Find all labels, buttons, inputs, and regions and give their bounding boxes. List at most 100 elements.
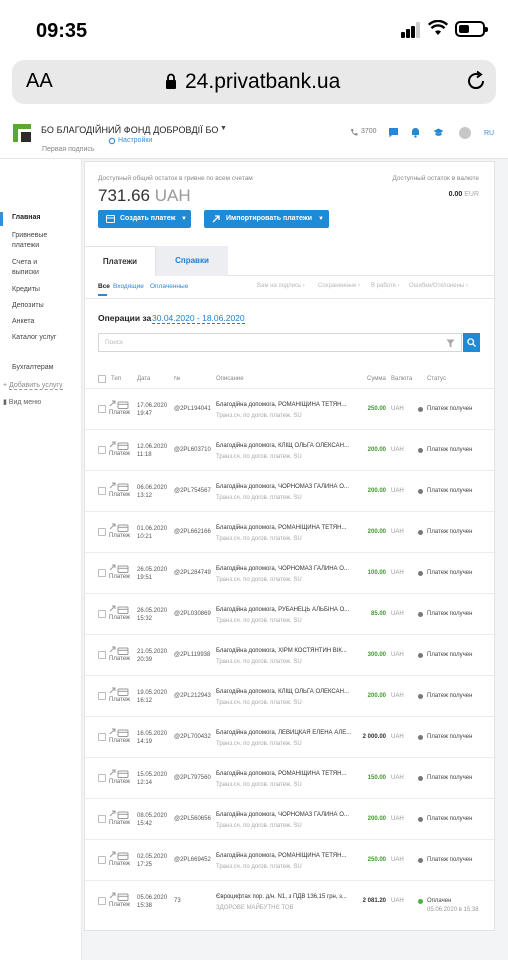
sidebar-item-catalog[interactable]: Каталог услуг xyxy=(12,333,56,343)
step-saved[interactable]: Сохраненные › xyxy=(318,283,360,289)
privatbank-logo-icon[interactable] xyxy=(13,124,31,142)
row-date: 06.06.2020 13:12 xyxy=(137,484,167,500)
row-account: Транз.сч. по догов. платеж. SU xyxy=(216,536,302,542)
status-time: 09:35 xyxy=(36,20,88,42)
table-row[interactable]: Платеж 26.05.2020 19:51 @2PL284749 Благодійн… xyxy=(85,552,496,593)
row-amount: 250.00 xyxy=(367,857,386,863)
col-date: Дата xyxy=(137,376,151,382)
step-to-sign[interactable]: Вам на подпись › xyxy=(257,283,305,289)
sidebar-item-credits[interactable]: Кредиты xyxy=(12,285,40,295)
row-description[interactable]: Благодійна допомога, ЛЕВИЦКАЯ ЕЛЕНА АЛЕ.… xyxy=(216,730,351,736)
row-checkbox[interactable] xyxy=(98,733,106,741)
status-dot-icon xyxy=(418,530,423,535)
sidebar-item-home[interactable]: Главная xyxy=(12,213,40,223)
table-row[interactable]: Платеж 01.06.2020 10:21 @2PL662166 Благодійн… xyxy=(85,511,496,552)
create-payment-button[interactable]: Создать платеж ▼ xyxy=(98,210,191,228)
row-description[interactable]: Благодійна допомога, ХІРМ КОСТЯНТИН ВІК.… xyxy=(216,648,347,654)
org-chevron-down-icon[interactable]: ▼ xyxy=(220,125,227,132)
row-date-time: 15:38 xyxy=(137,903,153,909)
row-checkbox[interactable] xyxy=(98,815,106,823)
row-status: Платеж получен xyxy=(427,488,473,494)
row-date-time: 19:47 xyxy=(137,411,153,417)
search-button[interactable] xyxy=(463,333,480,352)
text-size-button[interactable]: AA xyxy=(26,70,53,93)
user-avatar[interactable] xyxy=(459,127,471,139)
import-arrow-icon xyxy=(212,215,220,223)
row-number: @2PL603710 xyxy=(174,447,211,453)
table-row[interactable]: Платеж 19.05.2020 16:12 @2PL212943 Благодійн… xyxy=(85,675,496,716)
notifications-bell-icon[interactable] xyxy=(410,127,421,138)
filter-all[interactable]: Все xyxy=(98,283,110,290)
sidebar-item-profile[interactable]: Анкета xyxy=(12,317,34,327)
sidebar-item-deposits[interactable]: Депозиты xyxy=(12,301,44,311)
row-checkbox[interactable] xyxy=(98,569,106,577)
table-row[interactable]: Платеж 08.05.2020 15:42 @2PL560656 Благодійн… xyxy=(85,798,496,839)
table-row[interactable]: Платеж 16.05.2020 14:19 @2PL700432 Благодійн… xyxy=(85,716,496,757)
row-description[interactable]: Благодійна допомога, КЛІЩ ОЛЬГА ОЛЕКСАН.… xyxy=(216,443,349,449)
table-row[interactable]: Платеж 12.06.2020 11:18 @2PL603710 Благодійн… xyxy=(85,429,496,470)
tab-payments[interactable]: Платежи xyxy=(85,246,156,276)
date-range-picker[interactable]: 30.04.2020 - 18.06.2020 xyxy=(152,313,245,324)
row-checkbox[interactable] xyxy=(98,897,106,905)
table-row[interactable]: Платеж 05.06.2020 15:38 73 Євроцифтах пор. д… xyxy=(85,880,496,921)
academy-cap-icon[interactable] xyxy=(433,127,444,138)
row-description[interactable]: Благодійна допомога, ЧОРНОМАЗ ГАЛИНА О..… xyxy=(216,566,349,572)
row-checkbox[interactable] xyxy=(98,774,106,782)
tab-certificates[interactable]: Справки xyxy=(156,246,228,276)
row-checkbox[interactable] xyxy=(98,405,106,413)
step-in-progress-label: В работе xyxy=(371,283,397,289)
sidebar-item-uah-payments[interactable]: Гривневые платежи xyxy=(12,231,57,251)
row-status-date: 05.06.2020 в 15:38 xyxy=(427,907,479,913)
row-checkbox[interactable] xyxy=(98,446,106,454)
settings-link[interactable]: Настройки xyxy=(118,137,152,144)
sidebar-item-accounts[interactable]: Счета и выписки xyxy=(12,258,52,278)
table-row[interactable]: Платеж 26.05.2020 15:32 @2PL030869 Благодійн… xyxy=(85,593,496,634)
language-switcher[interactable]: RU xyxy=(484,130,494,137)
row-description[interactable]: Благодійна допомога, КЛІЩ ОЛЬГА ОЛЕКСАН.… xyxy=(216,689,349,695)
filter-paid[interactable]: Оплаченные xyxy=(150,283,188,290)
row-description[interactable]: Благодійна допомога, ЧОРНОМАЗ ГАЛИНА О..… xyxy=(216,812,349,818)
add-service-button[interactable]: + Добавить услугу xyxy=(3,381,63,391)
table-row[interactable]: Платеж 21.05.2020 20:39 @2PL119938 Благодійн… xyxy=(85,634,496,675)
table-row[interactable]: Платеж 17.06.2020 19:47 @2PL194041 Благодійн… xyxy=(85,388,496,429)
table-row[interactable]: Платеж 06.06.2020 13:12 @2PL754567 Благодійн… xyxy=(85,470,496,511)
row-checkbox[interactable] xyxy=(98,651,106,659)
status-dot-icon xyxy=(418,899,423,904)
row-checkbox[interactable] xyxy=(98,856,106,864)
row-description[interactable]: Благодійна допомога, РОМАНІЩИНА ТЕТЯН... xyxy=(216,402,346,408)
payment-type-icon xyxy=(109,564,129,573)
row-checkbox[interactable] xyxy=(98,692,106,700)
phone-number[interactable]: 3700 xyxy=(361,128,377,135)
chat-icon[interactable] xyxy=(388,127,399,138)
row-description[interactable]: Благодійна допомога, РОМАНІЩИНА ТЕТЯН... xyxy=(216,771,346,777)
row-checkbox[interactable] xyxy=(98,487,106,495)
filter-incoming[interactable]: Входящие xyxy=(113,283,144,290)
row-description[interactable]: Благодійна допомога, ЧОРНОМАЗ ГАЛИНА О..… xyxy=(216,484,349,490)
row-description[interactable]: Благодійна допомога, РУБАНЕЦЬ АЛЬБІНА О.… xyxy=(216,607,349,613)
menu-view-button[interactable]: ▮ Вид меню xyxy=(3,398,41,408)
row-date-day: 15.05.2020 xyxy=(137,772,168,778)
row-type: Платеж xyxy=(109,697,130,703)
row-description[interactable]: Благодійна допомога, РОМАНІЩИНА ТЕТЯН... xyxy=(216,525,346,531)
row-description[interactable]: Євроцифтах пор. д/н. N1, з ПДВ 136,15 гр… xyxy=(216,894,347,900)
search-input[interactable]: Поиск xyxy=(98,333,462,352)
step-in-progress[interactable]: В работе › xyxy=(371,283,400,289)
row-checkbox[interactable] xyxy=(98,610,106,618)
select-all-checkbox[interactable] xyxy=(98,375,106,383)
row-checkbox[interactable] xyxy=(98,528,106,536)
url-text[interactable]: 24.privatbank.ua xyxy=(185,70,340,94)
reload-icon[interactable] xyxy=(465,70,487,92)
fx-balance-label: Доступный остаток в валюте xyxy=(392,175,479,182)
browser-url-bar[interactable]: AA 24.privatbank.ua xyxy=(12,60,496,104)
menu-view-label: Вид меню xyxy=(8,399,42,406)
import-payments-button[interactable]: Импортировать платежи ▼ xyxy=(204,210,329,228)
filter-funnel-icon[interactable] xyxy=(446,339,455,348)
import-payments-label: Импортировать платежи xyxy=(226,215,313,222)
row-description[interactable]: Благодійна допомога, РОМАНІЩИНА ТЕТЯН... xyxy=(216,853,346,859)
sidebar-item-accountants[interactable]: Бухгалтерам xyxy=(12,363,53,373)
table-row[interactable]: Платеж 02.05.2020 17:25 @2PL669452 Благодійн… xyxy=(85,839,496,880)
row-amount: 200.00 xyxy=(367,816,386,822)
step-errors[interactable]: Ошибки/Отклонены › xyxy=(409,283,468,289)
table-row[interactable]: Платеж 15.05.2020 12:14 @2PL797560 Благодійн… xyxy=(85,757,496,798)
org-name[interactable]: БО БЛАГОДІЙНИЙ ФОНД ДОБРОВДІЇ БО xyxy=(41,125,218,135)
